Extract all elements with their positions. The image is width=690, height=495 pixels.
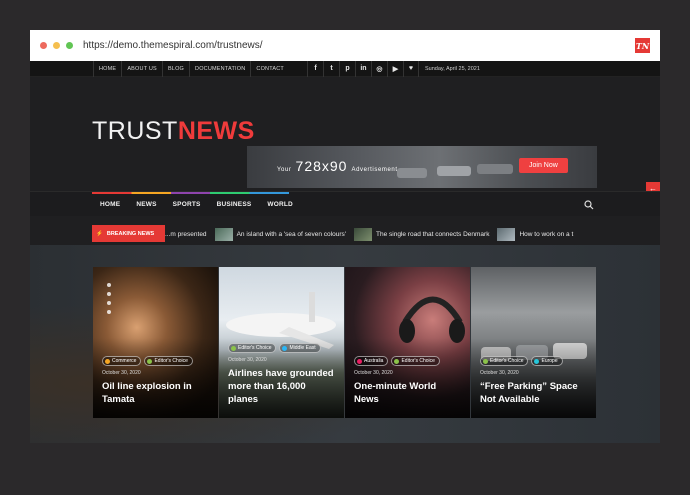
nav-news[interactable]: NEWS	[128, 201, 164, 208]
instagram-icon[interactable]: ◎	[370, 60, 387, 77]
nav-business[interactable]: BUSINESS	[209, 201, 260, 208]
nav-sports[interactable]: SPORTS	[165, 201, 209, 208]
card-date: October 30, 2020	[102, 370, 141, 376]
ticker-thumbnail	[497, 227, 516, 241]
minimize-window-dot[interactable]	[53, 42, 60, 49]
ticker-item[interactable]: ...m presented	[165, 231, 207, 238]
site-logo[interactable]: TRUSTNEWS	[92, 117, 255, 146]
ad-car-image	[477, 164, 513, 174]
card-date: October 30, 2020	[354, 370, 393, 376]
youtube-icon[interactable]: ▶	[386, 60, 403, 77]
top-nav-contact[interactable]: CONTACT	[250, 60, 289, 77]
ticker-item-text: How to work on a t	[519, 230, 574, 238]
category-tag[interactable]: Editor's Choice	[228, 343, 277, 353]
card-title[interactable]: Airlines have grounded more than 16,000 …	[228, 367, 336, 406]
linkedin-icon[interactable]: in	[354, 60, 371, 77]
breaking-news-ticker: ⚡ BREAKING NEWS ...m presented An island…	[30, 223, 660, 245]
featured-card[interactable]: Commerce Editor's Choice October 30, 202…	[93, 267, 218, 418]
url-text[interactable]: https://demo.themespiral.com/trustnews/	[83, 40, 263, 51]
ticker-thumbnail	[214, 227, 233, 241]
main-navigation: HOME NEWS SPORTS BUSINESS WORLD	[30, 191, 660, 216]
ad-car-image	[437, 166, 471, 176]
card-title[interactable]: “Free Parking” Space Not Available	[480, 380, 588, 406]
close-window-dot[interactable]	[40, 42, 47, 49]
nav-world[interactable]: WORLD	[259, 201, 301, 208]
pinterest-icon[interactable]: p	[338, 60, 355, 77]
category-tag[interactable]: Editor's Choice	[480, 356, 529, 366]
breaking-news-text: BREAKING NEWS	[106, 230, 155, 237]
ticker-item[interactable]: How to work on a t	[497, 227, 574, 241]
social-links: f t p in ◎ ▶ ♥	[306, 60, 419, 77]
site-favicon-icon: TN	[635, 38, 650, 53]
category-tag[interactable]: Commerce	[102, 356, 142, 366]
logo-part-trust: TRUST	[92, 117, 178, 145]
ad-car-image	[397, 168, 427, 178]
breaking-news-label: ⚡ BREAKING NEWS	[92, 225, 165, 242]
category-tag[interactable]: Editor's Choice	[391, 356, 440, 366]
featured-card[interactable]: Editor's Choice Middle East October 30, …	[219, 267, 344, 418]
ticker-item-text: The single road that connects Denmark	[376, 230, 490, 238]
ad-label: Advertisement	[351, 167, 398, 173]
logo-part-news: NEWS	[177, 117, 255, 145]
top-nav-documentation[interactable]: DOCUMENTATION	[189, 60, 250, 77]
join-now-button[interactable]: Join Now	[519, 158, 568, 173]
nav-home[interactable]: HOME	[92, 201, 128, 208]
category-tag[interactable]: Editor's Choice	[144, 356, 193, 366]
heart-icon[interactable]: ♥	[402, 60, 419, 77]
ticker-item[interactable]: The single road that connects Denmark	[354, 227, 490, 241]
lightning-icon: ⚡	[96, 230, 103, 237]
card-title[interactable]: One-minute World News	[354, 380, 462, 406]
facebook-icon[interactable]: f	[306, 60, 323, 77]
browser-address-bar: https://demo.themespiral.com/trustnews/ …	[30, 30, 660, 61]
featured-card[interactable]: Editor's Choice Europe October 30, 2020 …	[471, 267, 596, 418]
slider-dots	[107, 283, 111, 314]
ticker-item-text: An island with a 'sea of seven colours'	[236, 230, 346, 238]
twitter-icon[interactable]: t	[322, 60, 339, 77]
ad-size: 728x90	[295, 158, 348, 174]
top-nav-about-us[interactable]: ABOUT US	[121, 60, 162, 77]
card-title[interactable]: Oil line explosion in Tamata	[102, 380, 210, 406]
ticker-thumbnail	[354, 227, 372, 241]
ad-banner[interactable]: Your 728x90 Advertisement Join Now	[247, 146, 597, 188]
featured-card[interactable]: Australia Editor's Choice October 30, 20…	[345, 267, 470, 418]
ticker-item-text: ...m presented	[165, 230, 207, 238]
top-nav-home[interactable]: HOME	[93, 60, 121, 77]
top-nav-blog[interactable]: BLOG	[161, 60, 189, 77]
ad-text: Your 728x90 Advertisement	[277, 158, 398, 174]
category-tag[interactable]: Australia	[354, 356, 389, 366]
ad-your: Your	[277, 167, 292, 173]
card-date: October 30, 2020	[480, 370, 519, 376]
browser-window: https://demo.themespiral.com/trustnews/ …	[30, 30, 660, 443]
card-date: October 30, 2020	[228, 357, 267, 363]
category-tag[interactable]: Europe	[531, 356, 563, 366]
current-date: Sunday, April 25, 2021	[424, 65, 480, 72]
top-bar: HOME ABOUT US BLOG DOCUMENTATION CONTACT…	[30, 60, 660, 77]
featured-cards: Commerce Editor's Choice October 30, 202…	[93, 267, 596, 418]
ticker-track: ...m presented An island with a 'sea of …	[165, 223, 595, 245]
ticker-item[interactable]: An island with a 'sea of seven colours'	[214, 227, 346, 241]
category-tag[interactable]: Middle East	[279, 343, 321, 353]
search-icon[interactable]	[584, 200, 594, 210]
maximize-window-dot[interactable]	[66, 42, 73, 49]
